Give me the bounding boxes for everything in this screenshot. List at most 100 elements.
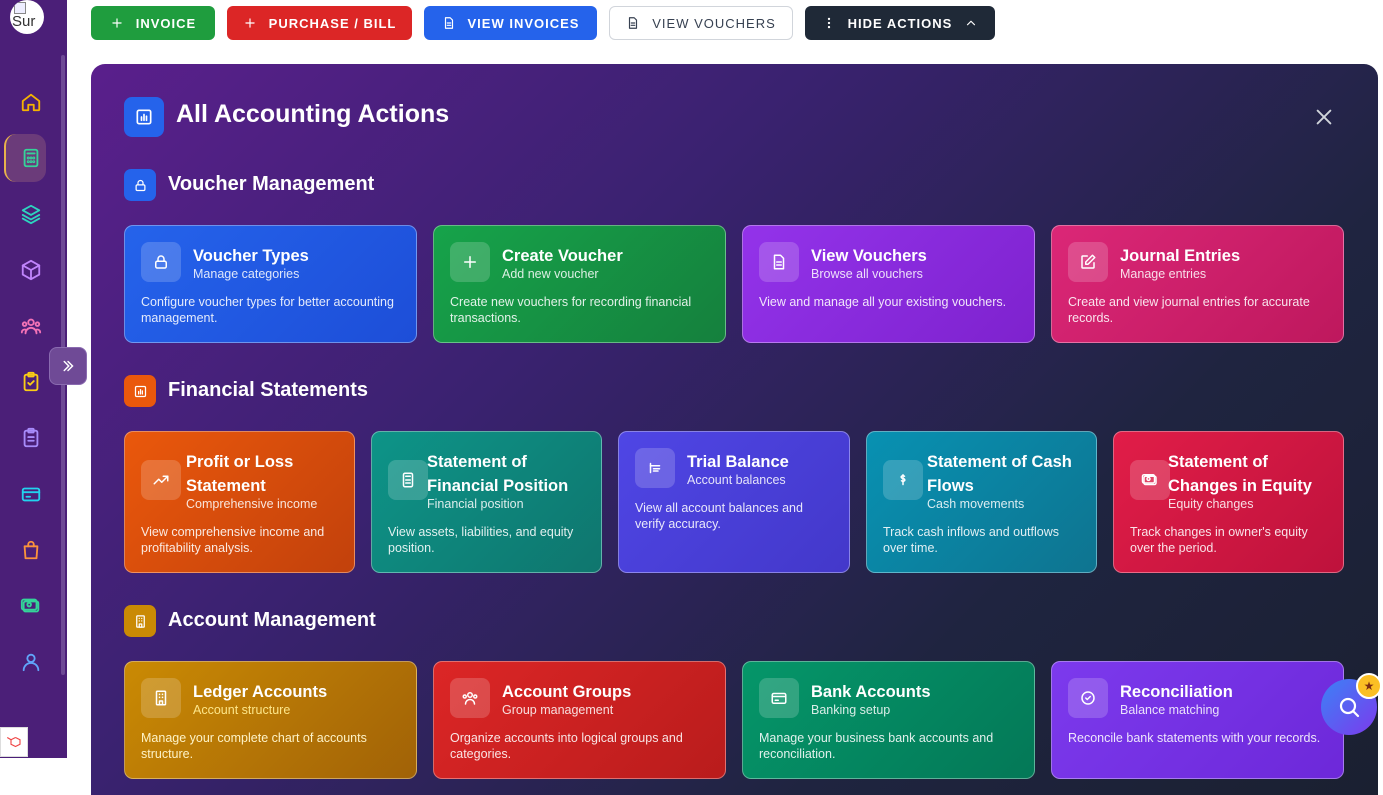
card-description: Manage your business bank accounts and r… (759, 731, 994, 761)
logo-alt-text: Sur (12, 13, 36, 30)
card-bank-accounts[interactable]: Bank Accounts Banking setup Manage your … (742, 661, 1035, 779)
user-icon[interactable] (17, 648, 45, 676)
card-subtitle: Financial position (427, 497, 524, 511)
card-description: View and manage all your existing vouche… (759, 295, 1007, 309)
users-icon (450, 678, 490, 718)
card-subtitle: Account structure (193, 703, 291, 717)
card-view-vouchers[interactable]: View Vouchers Browse all vouchers View a… (742, 225, 1035, 343)
card-description: Manage your complete chart of accounts s… (141, 731, 367, 761)
sidebar-expand-button[interactable] (49, 347, 87, 385)
scale-icon (635, 448, 675, 488)
laravel-icon[interactable] (0, 727, 28, 757)
section-title-voucher: Voucher Management (168, 173, 375, 195)
card-profit-loss[interactable]: Profit or Loss Statement Comprehensive i… (124, 431, 355, 573)
cash-icon (1130, 460, 1170, 500)
card-description: View all account balances and verify acc… (635, 501, 803, 531)
purchase-bill-label: PURCHASE / BILL (268, 15, 397, 31)
card-title: Create Voucher (502, 247, 623, 265)
card-title: Statement of Changes in Equity (1168, 453, 1312, 495)
trending-up-icon (141, 460, 181, 500)
sidebar-footer (0, 758, 67, 795)
card-subtitle: Comprehensive income (186, 497, 318, 511)
view-invoices-label: VIEW INVOICES (467, 15, 580, 31)
card-ledger-accounts[interactable]: Ledger Accounts Account structure Manage… (124, 661, 417, 779)
chevron-up-icon (967, 20, 976, 26)
card-title: Ledger Accounts (193, 683, 328, 701)
bar-chart-icon (124, 375, 156, 407)
card-account-groups[interactable]: Account Groups Group management Organize… (433, 661, 726, 779)
card-subtitle: Group management (502, 703, 614, 717)
section-title-account: Account Management (168, 609, 376, 631)
card-journal-entries[interactable]: Journal Entries Manage entries Create an… (1051, 225, 1344, 343)
card-title: Trial Balance (687, 453, 789, 471)
building-icon (124, 605, 156, 637)
card-title: Journal Entries (1120, 247, 1241, 265)
calculator-icon (388, 460, 428, 500)
card-description: Track changes in owner's equity over the… (1130, 525, 1308, 555)
card-financial-position[interactable]: Statement of Financial Position Financia… (371, 431, 602, 573)
clipboard-list-icon[interactable] (17, 424, 45, 452)
view-invoices-button[interactable]: VIEW INVOICES (424, 6, 597, 40)
plus-icon (112, 18, 122, 28)
card-title: Statement of Cash Flows (927, 453, 1072, 495)
edit-icon (1068, 242, 1108, 282)
check-circle-icon (1068, 678, 1108, 718)
app-logo[interactable]: Sur (10, 0, 44, 34)
plus-icon (450, 242, 490, 282)
accounting-actions-panel: All Accounting Actions Voucher Managemen… (91, 64, 1378, 795)
card-title: Reconciliation (1120, 683, 1233, 701)
panel-title: All Accounting Actions (176, 100, 450, 128)
close-panel-button[interactable] (1313, 106, 1335, 128)
clipboard-check-icon[interactable] (17, 368, 45, 396)
hide-actions-button[interactable]: HIDE ACTIONS (805, 6, 995, 40)
view-vouchers-button[interactable]: VIEW VOUCHERS (609, 6, 793, 40)
hide-actions-label: HIDE ACTIONS (847, 15, 953, 31)
card-title: View Vouchers (811, 247, 927, 265)
card-description: Create and view journal entries for accu… (1068, 295, 1310, 325)
home-icon[interactable] (17, 88, 45, 116)
card-reconciliation[interactable]: Reconciliation Balance matching Reconcil… (1051, 661, 1344, 779)
card-description: Track cash inflows and outflows over tim… (883, 525, 1060, 555)
bar-chart-icon (124, 97, 164, 137)
users-icon[interactable] (17, 312, 45, 340)
card-description: View comprehensive income and profitabil… (141, 525, 325, 555)
new-purchase-bill-button[interactable]: PURCHASE / BILL (227, 6, 412, 40)
credit-card-icon[interactable] (17, 480, 45, 508)
card-subtitle: Manage categories (193, 267, 300, 281)
card-description: Create new vouchers for recording financ… (450, 295, 692, 325)
cube-icon[interactable] (17, 256, 45, 284)
close-icon (1316, 109, 1332, 125)
chevrons-right-icon (63, 360, 74, 372)
card-cash-flows[interactable]: Statement of Cash Flows Cash movements T… (866, 431, 1097, 573)
card-description: View assets, liabilities, and equity pos… (388, 525, 574, 555)
card-changes-equity[interactable]: Statement of Changes in Equity Equity ch… (1113, 431, 1344, 573)
card-voucher-types[interactable]: Voucher Types Manage categories Configur… (124, 225, 417, 343)
card-create-voucher[interactable]: Create Voucher Add new voucher Create ne… (433, 225, 726, 343)
card-description: Reconcile bank statements with your reco… (1068, 731, 1321, 745)
shopping-bag-icon[interactable] (17, 536, 45, 564)
card-trial-balance[interactable]: Trial Balance Account balances View all … (618, 431, 850, 573)
card-subtitle: Add new voucher (502, 267, 599, 281)
new-invoice-label: INVOICE (135, 15, 197, 31)
calculator-icon[interactable] (17, 144, 45, 172)
more-vertical-icon (827, 17, 830, 29)
cash-icon[interactable] (17, 592, 45, 620)
new-invoice-button[interactable]: INVOICE (91, 6, 215, 40)
layers-icon[interactable] (17, 200, 45, 228)
lock-icon (124, 169, 156, 201)
card-title: Voucher Types (193, 247, 309, 265)
document-icon (444, 17, 453, 29)
document-icon (759, 242, 799, 282)
card-subtitle: Cash movements (927, 497, 1025, 511)
search-icon (1339, 697, 1360, 718)
section-title-financial: Financial Statements (168, 379, 369, 401)
plus-icon (244, 18, 255, 28)
lock-icon (141, 242, 181, 282)
credit-card-icon (759, 678, 799, 718)
building-icon (141, 678, 181, 718)
card-subtitle: Balance matching (1120, 703, 1220, 717)
card-title: Bank Accounts (811, 683, 931, 701)
money-icon (883, 460, 923, 500)
card-subtitle: Equity changes (1168, 497, 1254, 511)
card-description: Configure voucher types for better accou… (141, 295, 394, 325)
